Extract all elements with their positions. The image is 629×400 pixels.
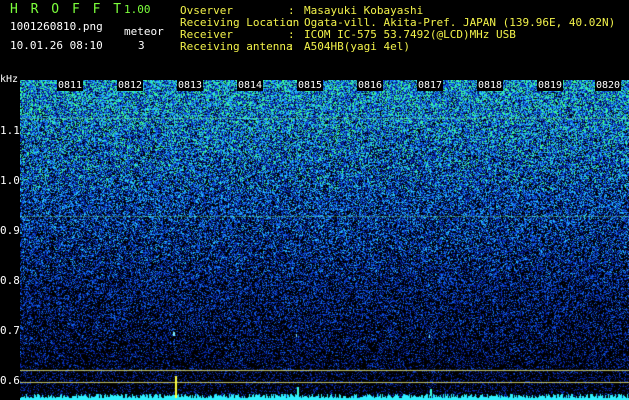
location-key: Receiving Location [180,16,300,29]
x-tick-label: 0815 [297,80,324,91]
y-tick-label: 0.6 [0,374,20,387]
antenna-key: Receiving antenna [180,40,293,53]
x-tick-label: 0819 [537,80,564,91]
x-tick-label: 0820 [595,80,622,91]
spectrogram [20,80,629,400]
antenna-value: A504HB(yagi 4el) [304,40,410,53]
observer-key: Ovserver [180,4,233,17]
meteor-count: 3 [138,39,145,52]
x-tick-label: 0814 [237,80,264,91]
y-tick-label: 0.9 [0,224,20,237]
y-tick-label: 0.7 [0,324,20,337]
receiver-sep: : [288,28,295,41]
app-version: 1.00 [124,3,151,16]
datetime: 10.01.26 08:10 [10,39,103,52]
file-name: 1001260810.png [10,20,103,33]
receiver-value: ICOM IC-575 53.7492(@LCD)MHz USB [304,28,516,41]
location-sep: : [288,16,295,29]
antenna-sep: : [288,40,295,53]
x-tick-label: 0817 [417,80,444,91]
y-tick-label: 0.8 [0,274,20,287]
x-tick-label: 0812 [117,80,144,91]
location-value: Ogata-vill. Akita-Pref. JAPAN (139.96E, … [304,16,616,29]
y-tick-label: 1.0 [0,174,20,187]
x-tick-label: 0813 [177,80,204,91]
mode-label: meteor [124,25,164,38]
x-tick-label: 0818 [477,80,504,91]
y-tick-label: 1.1 [0,124,20,137]
x-tick-label: 0816 [357,80,384,91]
receiver-key: Receiver [180,28,233,41]
y-axis-unit: kHz [0,74,19,85]
app-title: H R O F F T [10,2,124,17]
x-tick-label: 0811 [57,80,84,91]
observer-sep: : [288,4,295,17]
observer-value: Masayuki Kobayashi [304,4,424,17]
